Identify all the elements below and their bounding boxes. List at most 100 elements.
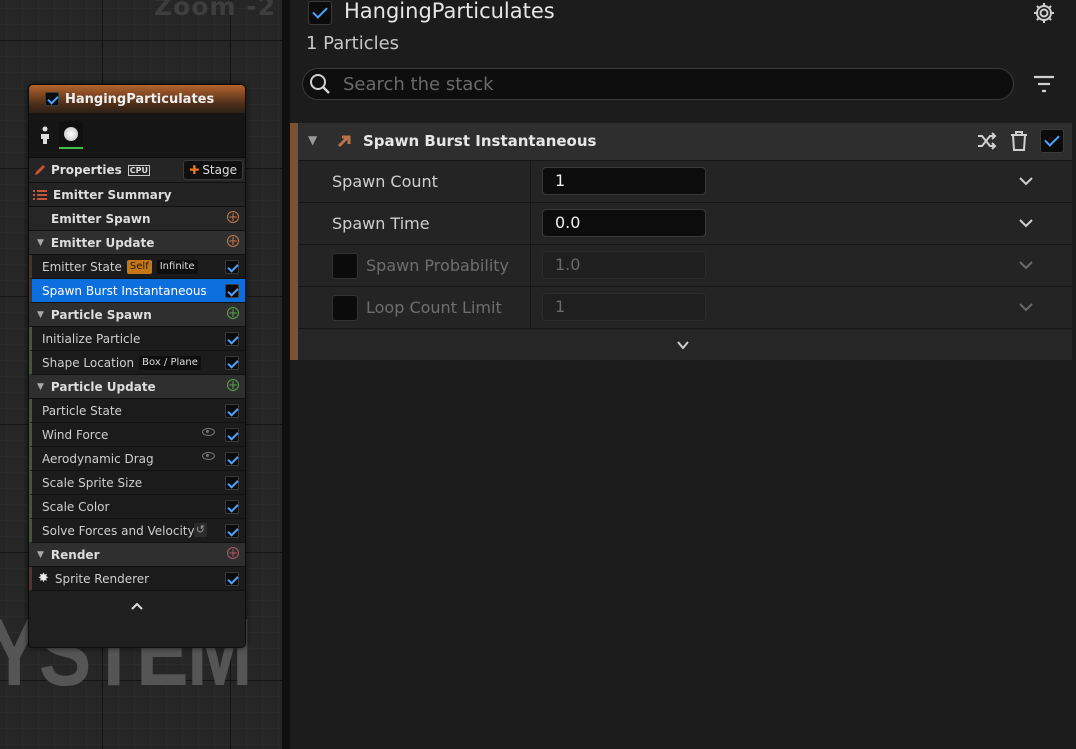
emitter-enabled-checkbox[interactable] bbox=[45, 92, 59, 106]
emitter-enabled-checkbox[interactable] bbox=[308, 1, 332, 25]
emitter-node-header[interactable]: HangingParticulates bbox=[29, 85, 245, 113]
section-emitter-spawn[interactable]: Emitter Spawn + bbox=[29, 207, 245, 231]
column-splitter[interactable] bbox=[530, 287, 531, 328]
module-particle-state[interactable]: Particle State bbox=[29, 399, 245, 423]
person-icon bbox=[41, 126, 49, 144]
properties-row[interactable]: Properties CPU ✚ Stage bbox=[29, 158, 245, 183]
chevron-down-icon[interactable] bbox=[1018, 173, 1034, 189]
module-shape-location[interactable]: Shape Location Box / Plane bbox=[29, 351, 245, 375]
module-label: Particle State bbox=[42, 403, 122, 418]
infinite-badge: Infinite bbox=[156, 259, 198, 274]
module-label: Aerodynamic Drag bbox=[42, 451, 154, 466]
reset-icon[interactable]: ↺ bbox=[193, 523, 207, 537]
collapse-node-button[interactable] bbox=[29, 591, 245, 621]
search-input[interactable] bbox=[341, 72, 965, 96]
section-label: Emitter Update bbox=[50, 235, 155, 250]
module-spawn-burst-instantaneous[interactable]: Spawn Burst Instantaneous bbox=[29, 279, 245, 303]
list-icon bbox=[33, 189, 47, 200]
module-enabled-checkbox[interactable] bbox=[225, 572, 239, 586]
emitter-summary-row[interactable]: Emitter Summary bbox=[29, 183, 245, 207]
loop-count-limit-checkbox[interactable] bbox=[332, 295, 358, 321]
module-label: Initialize Particle bbox=[42, 331, 141, 346]
loop-count-limit-field[interactable]: 1 bbox=[542, 293, 706, 321]
show-advanced-button[interactable] bbox=[298, 329, 1072, 360]
sprite-thumbnail[interactable] bbox=[59, 121, 83, 149]
trash-icon[interactable] bbox=[1008, 130, 1030, 152]
module-enabled-checkbox[interactable] bbox=[1040, 129, 1064, 153]
param-label: Loop Count Limit bbox=[366, 298, 502, 317]
module-label: Scale Color bbox=[42, 499, 110, 514]
gear-icon[interactable] bbox=[1032, 1, 1056, 25]
module-enabled-checkbox[interactable] bbox=[225, 332, 239, 346]
section-label: Particle Update bbox=[50, 379, 156, 394]
chevron-down-icon bbox=[677, 341, 689, 350]
spawn-probability-checkbox[interactable] bbox=[332, 253, 358, 279]
module-wind-force[interactable]: Wind Force bbox=[29, 423, 245, 447]
module-enabled-checkbox[interactable] bbox=[225, 476, 239, 490]
plus-icon: ✚ bbox=[189, 163, 200, 177]
module-enabled-checkbox[interactable] bbox=[225, 500, 239, 514]
add-module-icon[interactable]: + bbox=[227, 211, 239, 223]
zoom-label: Zoom -2 bbox=[153, 0, 276, 21]
module-enabled-checkbox[interactable] bbox=[225, 284, 239, 298]
module-emitter-state[interactable]: Emitter State Self Infinite bbox=[29, 255, 245, 279]
section-particle-spawn[interactable]: ▼ Particle Spawn + bbox=[29, 303, 245, 327]
eye-icon[interactable] bbox=[202, 428, 215, 436]
module-label: Emitter State bbox=[42, 259, 122, 274]
section-render[interactable]: ▼ Render + bbox=[29, 543, 245, 567]
module-initialize-particle[interactable]: Initialize Particle bbox=[29, 327, 245, 351]
module-enabled-checkbox[interactable] bbox=[225, 452, 239, 466]
module-enabled-checkbox[interactable] bbox=[225, 260, 239, 274]
module-color-bar bbox=[290, 123, 298, 360]
section-label: Render bbox=[50, 547, 100, 562]
sprite-sphere-icon bbox=[64, 127, 78, 141]
collapse-triangle-icon[interactable]: ▼ bbox=[37, 238, 44, 248]
module-label: Sprite Renderer bbox=[54, 571, 150, 586]
add-renderer-icon[interactable]: + bbox=[227, 547, 239, 559]
collapse-triangle-icon[interactable]: ▼ bbox=[37, 382, 44, 392]
param-row-spawn-probability: Spawn Probability 1.0 bbox=[298, 245, 1072, 287]
chevron-down-icon[interactable] bbox=[1018, 257, 1034, 273]
properties-label: Properties bbox=[51, 163, 122, 177]
add-module-icon[interactable]: + bbox=[227, 307, 239, 319]
spawn-count-field[interactable]: 1 bbox=[542, 167, 706, 195]
graph-canvas[interactable]: Zoom -2 YSTEM HangingParticulates Proper… bbox=[0, 0, 282, 749]
section-label: Particle Spawn bbox=[50, 307, 152, 322]
spawn-probability-field[interactable]: 1.0 bbox=[542, 251, 706, 279]
emitter-node[interactable]: HangingParticulates Properties CPU ✚ Sta… bbox=[28, 84, 246, 648]
column-splitter[interactable] bbox=[530, 245, 531, 286]
filter-icon[interactable] bbox=[1032, 73, 1056, 95]
add-module-icon[interactable]: + bbox=[227, 235, 239, 247]
section-emitter-update[interactable]: ▼ Emitter Update + bbox=[29, 231, 245, 255]
module-enabled-checkbox[interactable] bbox=[225, 524, 239, 538]
panel-divider[interactable] bbox=[282, 0, 290, 749]
self-badge: Self bbox=[126, 259, 152, 274]
column-splitter[interactable] bbox=[530, 161, 531, 202]
collapse-triangle-icon[interactable]: ▼ bbox=[37, 310, 44, 320]
shuffle-icon[interactable] bbox=[976, 130, 998, 152]
collapse-triangle-icon[interactable]: ▼ bbox=[37, 550, 44, 560]
module-enabled-checkbox[interactable] bbox=[225, 428, 239, 442]
module-header[interactable]: ▼ Spawn Burst Instantaneous bbox=[298, 123, 1072, 161]
module-scale-sprite-size[interactable]: Scale Sprite Size bbox=[29, 471, 245, 495]
eye-icon[interactable] bbox=[202, 452, 215, 460]
chevron-down-icon[interactable] bbox=[1018, 299, 1034, 315]
spawn-time-field[interactable]: 0.0 bbox=[542, 209, 706, 237]
module-scale-color[interactable]: Scale Color bbox=[29, 495, 245, 519]
add-module-icon[interactable]: + bbox=[227, 379, 239, 391]
chevron-down-icon[interactable] bbox=[1018, 215, 1034, 231]
module-aerodynamic-drag[interactable]: Aerodynamic Drag bbox=[29, 447, 245, 471]
module-enabled-checkbox[interactable] bbox=[225, 356, 239, 370]
module-solve-forces-and-velocity[interactable]: Solve Forces and Velocity ↺ bbox=[29, 519, 245, 543]
param-label: Spawn Probability bbox=[366, 256, 510, 275]
module-label: Solve Forces and Velocity bbox=[42, 523, 195, 538]
column-splitter[interactable] bbox=[530, 203, 531, 244]
collapse-triangle-icon[interactable]: ▼ bbox=[308, 133, 317, 147]
stack-search-box[interactable] bbox=[302, 68, 1014, 100]
module-enabled-checkbox[interactable] bbox=[225, 404, 239, 418]
param-label: Spawn Count bbox=[332, 172, 438, 191]
section-label: Emitter Spawn bbox=[51, 211, 151, 226]
add-stage-button[interactable]: ✚ Stage bbox=[183, 160, 243, 180]
section-particle-update[interactable]: ▼ Particle Update + bbox=[29, 375, 245, 399]
module-sprite-renderer[interactable]: ✸ Sprite Renderer bbox=[29, 567, 245, 591]
